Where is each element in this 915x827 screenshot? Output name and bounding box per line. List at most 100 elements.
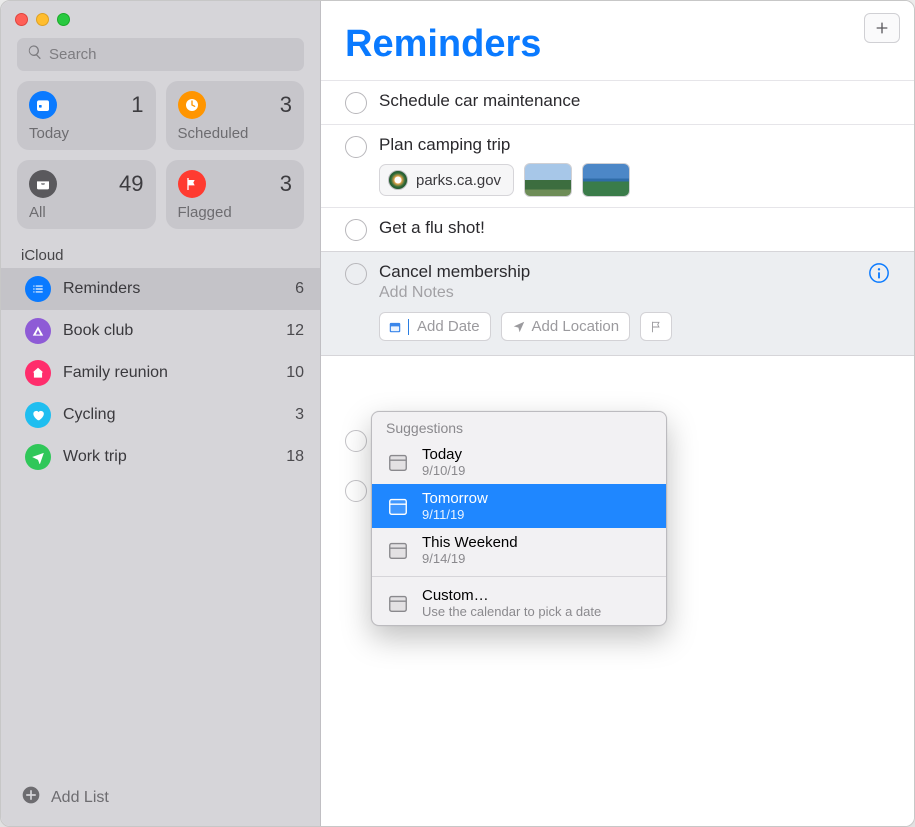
smart-card-count: 3 [280,92,292,118]
complete-toggle[interactable] [345,263,367,285]
text-cursor [408,319,409,335]
smart-card-flagged[interactable]: 3 Flagged [166,160,305,229]
complete-toggle[interactable] [345,480,367,502]
calendar-icon [388,320,402,334]
attachment-image[interactable] [582,163,630,197]
lists-section: Reminders 6 Book club 12 Family reunion … [1,268,320,773]
info-button[interactable] [868,262,890,284]
smart-card-label: Today [29,125,144,142]
chip-row: Add Date Add Location [379,312,890,341]
smart-lists-grid: 1 Today 3 Scheduled 49 All [1,81,320,241]
smart-card-count: 49 [119,171,143,197]
smart-card-label: All [29,204,144,221]
reminder-row[interactable]: Plan camping trip parks.ca.gov [321,124,914,207]
list-name: Book club [63,322,274,340]
list-item-family-reunion[interactable]: Family reunion 10 [1,352,320,394]
list-count: 6 [295,280,304,298]
smart-card-count: 3 [280,171,292,197]
add-location-chip[interactable]: Add Location [501,312,631,341]
reminder-title: Plan camping trip [379,135,890,155]
minimize-window-button[interactable] [36,13,49,26]
calendar-day-icon [29,91,57,119]
list-count: 3 [295,406,304,424]
attachment-link-label: parks.ca.gov [416,172,501,189]
flag-outline-icon [649,320,663,334]
complete-toggle[interactable] [345,136,367,158]
add-list-button[interactable]: Add List [1,773,320,826]
list-count: 18 [286,448,304,466]
list-item-book-club[interactable]: Book club 12 [1,310,320,352]
complete-toggle[interactable] [345,92,367,114]
search-input[interactable] [49,46,294,63]
suggestion-tomorrow[interactable]: Tomorrow 9/11/19 [372,484,666,528]
suggestion-custom[interactable]: Custom… Use the calendar to pick a date [372,581,666,625]
flag-icon [178,170,206,198]
clock-icon [178,91,206,119]
smart-card-all[interactable]: 49 All [17,160,156,229]
info-icon [868,262,890,284]
notes-placeholder[interactable]: Add Notes [379,284,890,302]
reminder-title: Schedule car maintenance [379,91,890,111]
search-icon [27,44,43,65]
tray-icon [29,170,57,198]
list-name: Work trip [63,448,274,466]
list-icon [25,276,51,302]
suggestion-title: This Weekend [422,534,518,551]
divider [372,576,666,577]
list-name: Reminders [63,280,283,298]
flag-chip[interactable] [640,312,672,341]
reminder-body: Schedule car maintenance [379,91,890,111]
smart-card-scheduled[interactable]: 3 Scheduled [166,81,305,150]
calendar-icon [386,494,410,518]
search-wrap [1,34,320,81]
add-list-label: Add List [51,789,109,807]
smart-card-label: Flagged [178,204,293,221]
list-item-work-trip[interactable]: Work trip 18 [1,436,320,478]
search-field[interactable] [17,38,304,71]
reminder-row-editing[interactable]: Cancel membership Add Notes Add Date Add… [321,251,914,356]
page-title: Reminders [345,23,541,66]
complete-toggle[interactable] [345,430,367,452]
plus-icon [874,20,890,36]
suggestion-subtitle: 9/14/19 [422,551,518,566]
smart-card-today[interactable]: 1 Today [17,81,156,150]
account-header: iCloud [1,241,320,268]
suggestion-today[interactable]: Today 9/10/19 [372,440,666,484]
reminder-row[interactable]: Get a flu shot! [321,207,914,251]
suggestion-subtitle: 9/10/19 [422,463,465,478]
fullscreen-window-button[interactable] [57,13,70,26]
reminder-body: Get a flu shot! [379,218,890,238]
attachment-link[interactable]: parks.ca.gov [379,164,514,196]
plus-circle-icon [21,785,41,810]
main-header: Reminders [321,1,914,66]
heart-icon [25,402,51,428]
reminder-body: Cancel membership Add Notes Add Date Add… [379,262,890,341]
reminder-title: Get a flu shot! [379,218,890,238]
suggestion-title: Tomorrow [422,490,488,507]
reminder-title: Cancel membership [379,262,890,282]
list-item-cycling[interactable]: Cycling 3 [1,394,320,436]
calendar-icon [386,538,410,562]
list-item-reminders[interactable]: Reminders 6 [1,268,320,310]
complete-toggle[interactable] [345,219,367,241]
smart-card-label: Scheduled [178,125,293,142]
suggestion-subtitle: 9/11/19 [422,507,488,522]
list-count: 10 [286,364,304,382]
smart-card-count: 1 [131,92,143,118]
window-controls [1,1,320,34]
calendar-icon [386,450,410,474]
attachments-row: parks.ca.gov [379,163,890,197]
attachment-image[interactable] [524,163,572,197]
add-date-chip[interactable]: Add Date [379,312,491,341]
close-window-button[interactable] [15,13,28,26]
suggestion-this-weekend[interactable]: This Weekend 9/14/19 [372,528,666,572]
reminders-list: Schedule car maintenance Plan camping tr… [321,80,914,356]
reminder-row[interactable]: Schedule car maintenance [321,80,914,124]
suggestion-subtitle: Use the calendar to pick a date [422,604,601,619]
location-icon [512,320,526,334]
date-suggestions-popover: Suggestions Today 9/10/19 Tomorrow 9/11/… [371,411,667,626]
suggestion-title: Today [422,446,465,463]
plane-icon [25,444,51,470]
house-icon [25,360,51,386]
new-reminder-button[interactable] [864,13,900,43]
